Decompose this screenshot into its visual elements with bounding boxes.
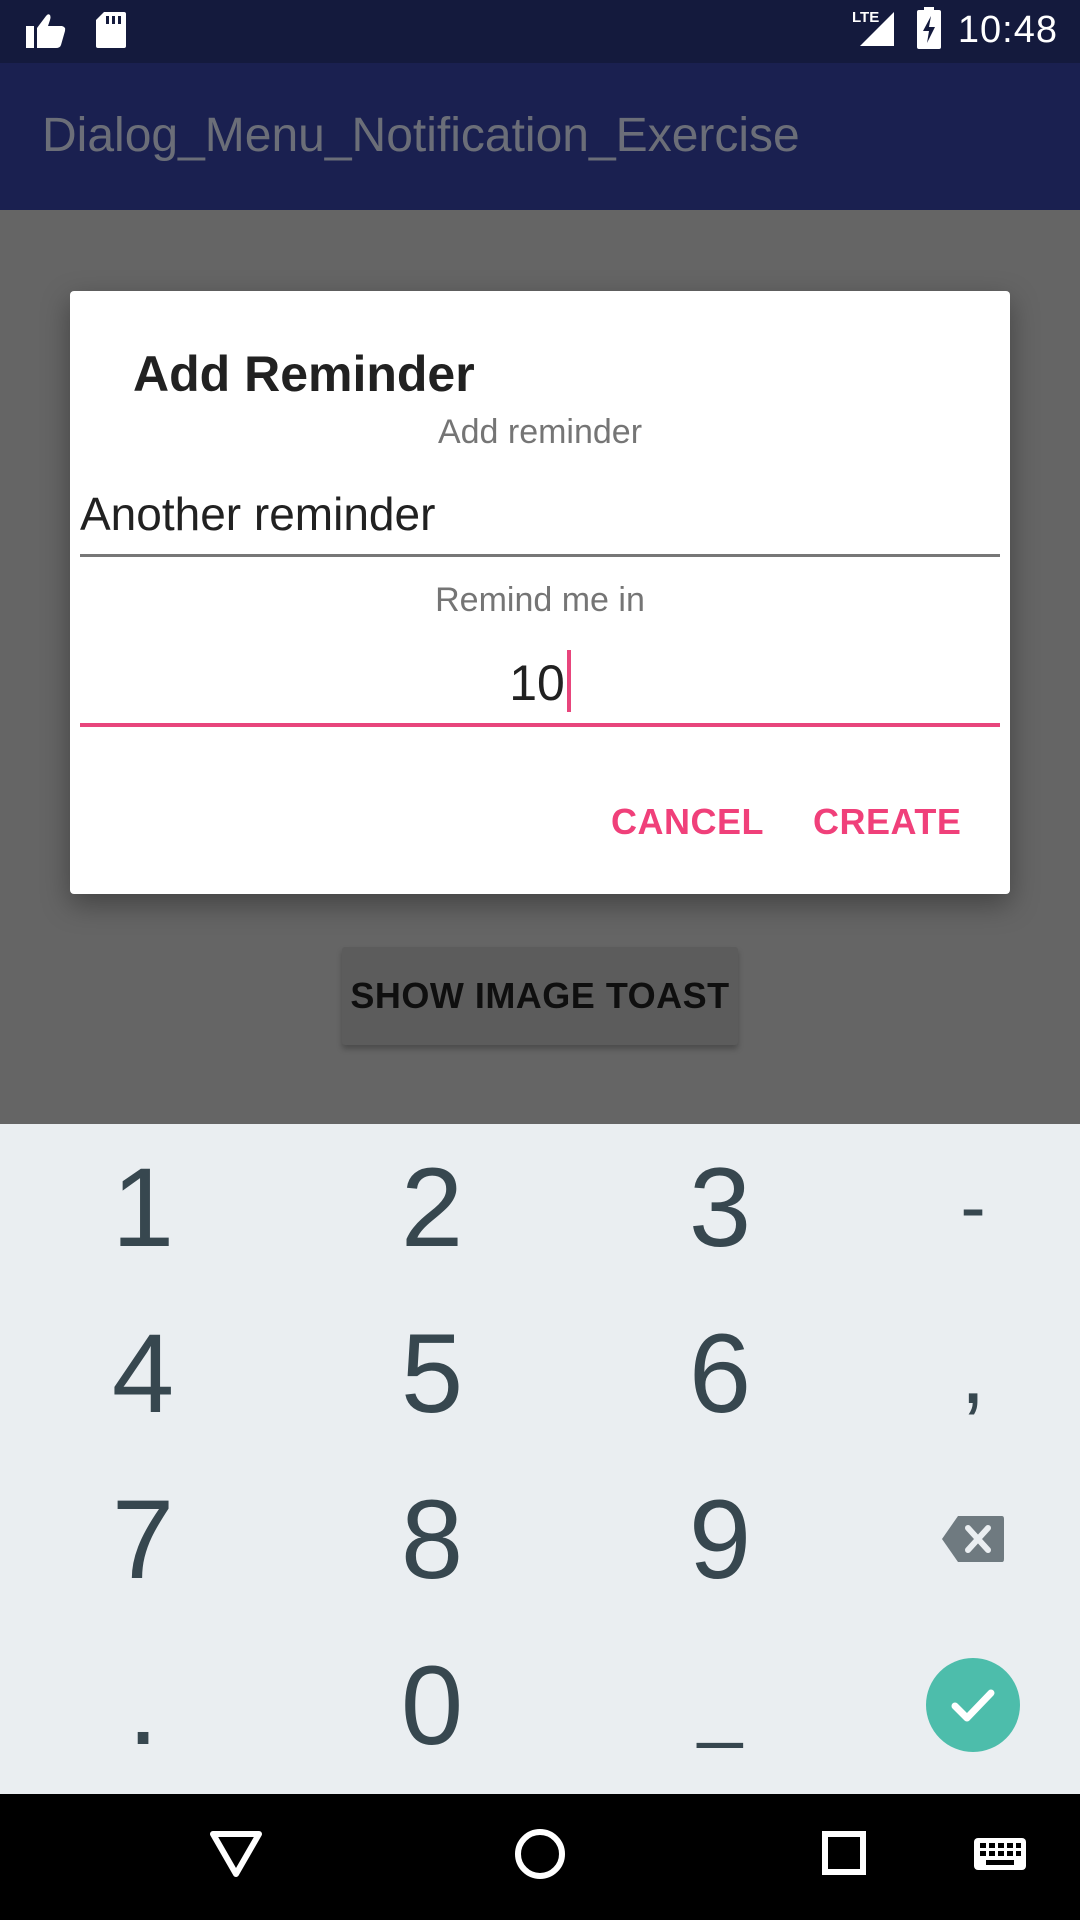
- numeric-keyboard: 1 2 3 - 4 5 6 , 7 8 9 . 0 _: [0, 1124, 1080, 1794]
- reminder-input-underline: [80, 554, 1000, 557]
- battery-charging-icon: [916, 6, 942, 55]
- key-period[interactable]: .: [8, 1622, 278, 1788]
- key-3[interactable]: 3: [585, 1124, 855, 1290]
- key-8[interactable]: 8: [297, 1456, 567, 1622]
- create-button[interactable]: CREATE: [813, 801, 961, 843]
- reminder-text-input[interactable]: Another reminder: [80, 487, 1000, 547]
- keyboard-icon[interactable]: [972, 1822, 1028, 1891]
- sd-card-icon: [94, 10, 128, 55]
- check-icon: [926, 1658, 1020, 1752]
- show-image-toast-button[interactable]: SHOW IMAGE TOAST: [342, 947, 738, 1045]
- key-2[interactable]: 2: [297, 1124, 567, 1290]
- key-minus[interactable]: -: [838, 1124, 1080, 1290]
- backspace-key[interactable]: [838, 1456, 1080, 1622]
- done-key[interactable]: [838, 1622, 1080, 1788]
- key-1[interactable]: 1: [8, 1124, 278, 1290]
- remind-me-in-label: Remind me in: [435, 581, 645, 619]
- dialog-title: Add Reminder: [133, 346, 475, 402]
- key-4[interactable]: 4: [8, 1290, 278, 1456]
- thumbs-up-icon: [24, 10, 68, 55]
- key-0[interactable]: 0: [297, 1622, 567, 1788]
- app-bar: Dialog_Menu_Notification_Exercise: [0, 63, 1080, 210]
- add-reminder-label: Add reminder: [437, 413, 643, 451]
- status-bar: LTE 10:48: [0, 0, 1080, 63]
- text-cursor: [566, 650, 571, 712]
- key-9[interactable]: 9: [585, 1456, 855, 1622]
- key-underscore[interactable]: _: [585, 1622, 855, 1788]
- lte-label: LTE: [852, 9, 879, 26]
- status-time: 10:48: [957, 9, 1058, 51]
- key-comma[interactable]: ,: [838, 1290, 1080, 1456]
- home-icon[interactable]: [510, 1822, 570, 1891]
- key-5[interactable]: 5: [297, 1290, 567, 1456]
- lte-signal-icon: LTE: [850, 6, 900, 55]
- key-6[interactable]: 6: [585, 1290, 855, 1456]
- add-reminder-dialog: Add Reminder Add reminder Another remind…: [70, 291, 1010, 894]
- key-7[interactable]: 7: [8, 1456, 278, 1622]
- cancel-button[interactable]: CANCEL: [611, 801, 764, 843]
- back-icon[interactable]: [208, 1822, 264, 1891]
- navigation-bar: [0, 1794, 1080, 1920]
- remind-input-underline: [80, 723, 1000, 727]
- app-title: Dialog_Menu_Notification_Exercise: [42, 109, 800, 162]
- remind-minutes-value: 10: [509, 655, 565, 711]
- recents-icon[interactable]: [818, 1822, 870, 1891]
- remind-minutes-input[interactable]: 10: [80, 650, 1000, 720]
- backspace-icon: [942, 1516, 1004, 1562]
